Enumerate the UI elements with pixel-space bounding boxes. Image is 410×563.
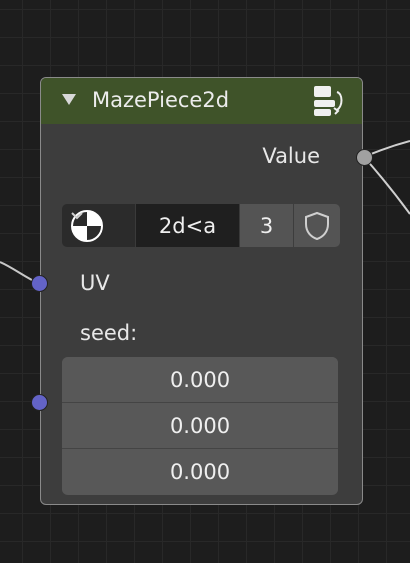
node-toolbar: 2d<a 3 <box>62 204 340 247</box>
output-link-value-b <box>363 156 410 215</box>
seed-y-field[interactable]: 0.000 <box>62 402 338 448</box>
node-header[interactable]: MazePiece2d <box>41 78 362 124</box>
node-tree-icon[interactable] <box>312 84 346 118</box>
shading-dropdown[interactable] <box>62 204 135 247</box>
output-socket-value[interactable] <box>356 149 373 166</box>
node-title: MazePiece2d <box>92 88 230 112</box>
output-label-value: Value <box>262 144 320 168</box>
chevron-down-icon <box>71 212 83 220</box>
input-label-uv: UV <box>80 271 110 295</box>
shield-button[interactable] <box>293 204 340 247</box>
input-socket-seed[interactable] <box>31 394 48 411</box>
input-socket-uv[interactable] <box>31 275 48 292</box>
maze-piece-node[interactable]: MazePiece2d Value 2d<a 3 UV seed: 0.000 … <box>40 77 363 505</box>
expression-field[interactable]: 2d<a <box>135 204 239 247</box>
shield-icon <box>305 211 329 241</box>
count-field[interactable]: 3 <box>239 204 293 247</box>
triangle-down-icon[interactable] <box>62 94 76 105</box>
seed-z-field[interactable]: 0.000 <box>62 448 338 494</box>
seed-x-field[interactable]: 0.000 <box>62 357 338 402</box>
input-label-seed: seed: <box>80 321 138 345</box>
seed-vector-field: 0.000 0.000 0.000 <box>62 357 338 495</box>
